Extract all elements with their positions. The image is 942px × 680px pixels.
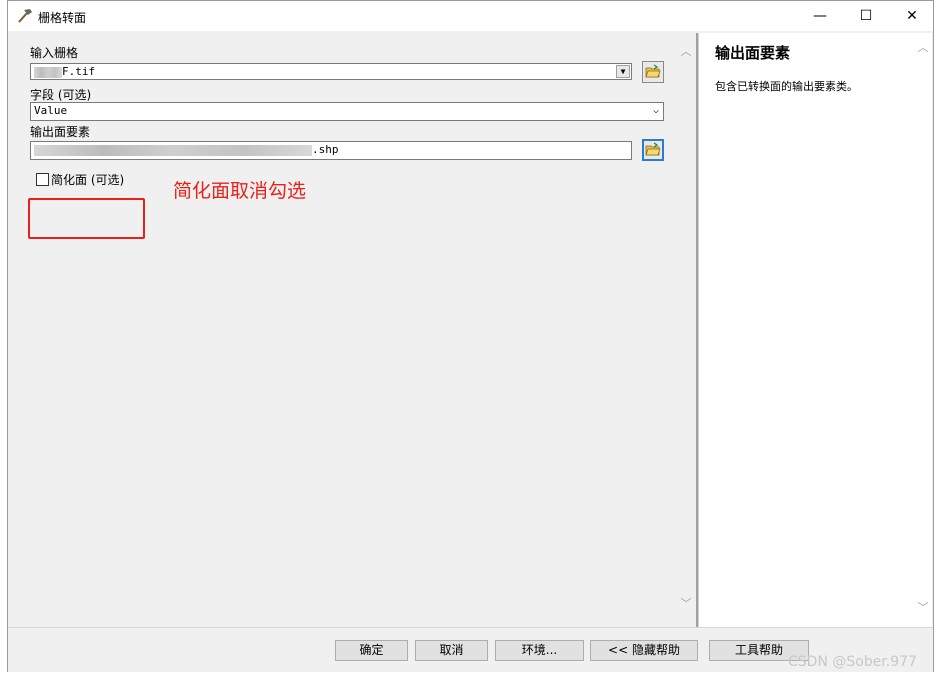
folder-open-icon <box>645 64 661 78</box>
simplify-checkbox[interactable] <box>36 173 49 186</box>
ok-button[interactable]: 确定 <box>335 640 408 661</box>
watermark-text: CSDN @Sober.977 <box>788 654 917 670</box>
annotation-text: 简化面取消勾选 <box>173 180 307 202</box>
output-features-value: .shp <box>312 143 339 156</box>
close-button[interactable]: ✕ <box>889 1 935 31</box>
help-title: 输出面要素 <box>715 44 791 62</box>
environments-button[interactable]: 环境... <box>495 640 584 661</box>
scroll-down-icon[interactable]: ﹀ <box>915 601 931 615</box>
annotation-highlight-box <box>28 198 145 239</box>
left-scrollbar[interactable]: ︿ ﹀ <box>678 45 694 625</box>
simplify-label: 简化面 (可选) <box>51 173 125 187</box>
cancel-button[interactable]: 取消 <box>415 640 488 661</box>
scroll-up-icon[interactable]: ︿ <box>915 41 931 55</box>
window-title: 栅格转面 <box>38 11 87 25</box>
redacted-text <box>34 144 312 156</box>
title-bar: 栅格转面 — ☐ ✕ <box>8 1 933 31</box>
dialog-window: 栅格转面 — ☐ ✕ 输入栅格 F.tif ▼ 字段 (可选) Value ⌵ … <box>7 0 934 672</box>
chevron-down-icon[interactable]: ⌵ <box>653 103 659 118</box>
input-raster-label: 输入栅格 <box>30 46 79 60</box>
maximize-button[interactable]: ☐ <box>843 1 889 31</box>
scroll-up-icon[interactable]: ︿ <box>678 45 694 59</box>
browse-output-button[interactable] <box>642 139 664 161</box>
hide-help-button[interactable]: << 隐藏帮助 <box>590 640 698 661</box>
help-pane: 输出面要素 包含已转换面的输出要素类。 ︿ ﹀ <box>698 33 932 627</box>
folder-open-icon <box>645 142 661 156</box>
help-text: 包含已转换面的输出要素类。 <box>715 80 858 93</box>
scroll-down-icon[interactable]: ﹀ <box>678 597 694 611</box>
output-features-label: 输出面要素 <box>30 125 91 139</box>
help-scrollbar[interactable]: ︿ ﹀ <box>915 41 931 621</box>
input-raster-value: F.tif <box>62 65 96 78</box>
input-raster-combo[interactable]: F.tif ▼ <box>30 63 632 80</box>
field-select[interactable]: Value ⌵ <box>30 102 664 121</box>
hammer-icon <box>16 8 34 24</box>
output-features-input[interactable]: .shp <box>30 141 632 160</box>
field-value: Value <box>34 104 68 117</box>
parameters-pane: 输入栅格 F.tif ▼ 字段 (可选) Value ⌵ 输出面要素 .shp <box>10 33 696 627</box>
browse-input-button[interactable] <box>642 61 664 83</box>
field-label: 字段 (可选) <box>30 88 92 102</box>
minimize-button[interactable]: — <box>797 1 843 31</box>
redacted-text <box>34 66 62 78</box>
dropdown-arrow-icon[interactable]: ▼ <box>616 65 630 78</box>
